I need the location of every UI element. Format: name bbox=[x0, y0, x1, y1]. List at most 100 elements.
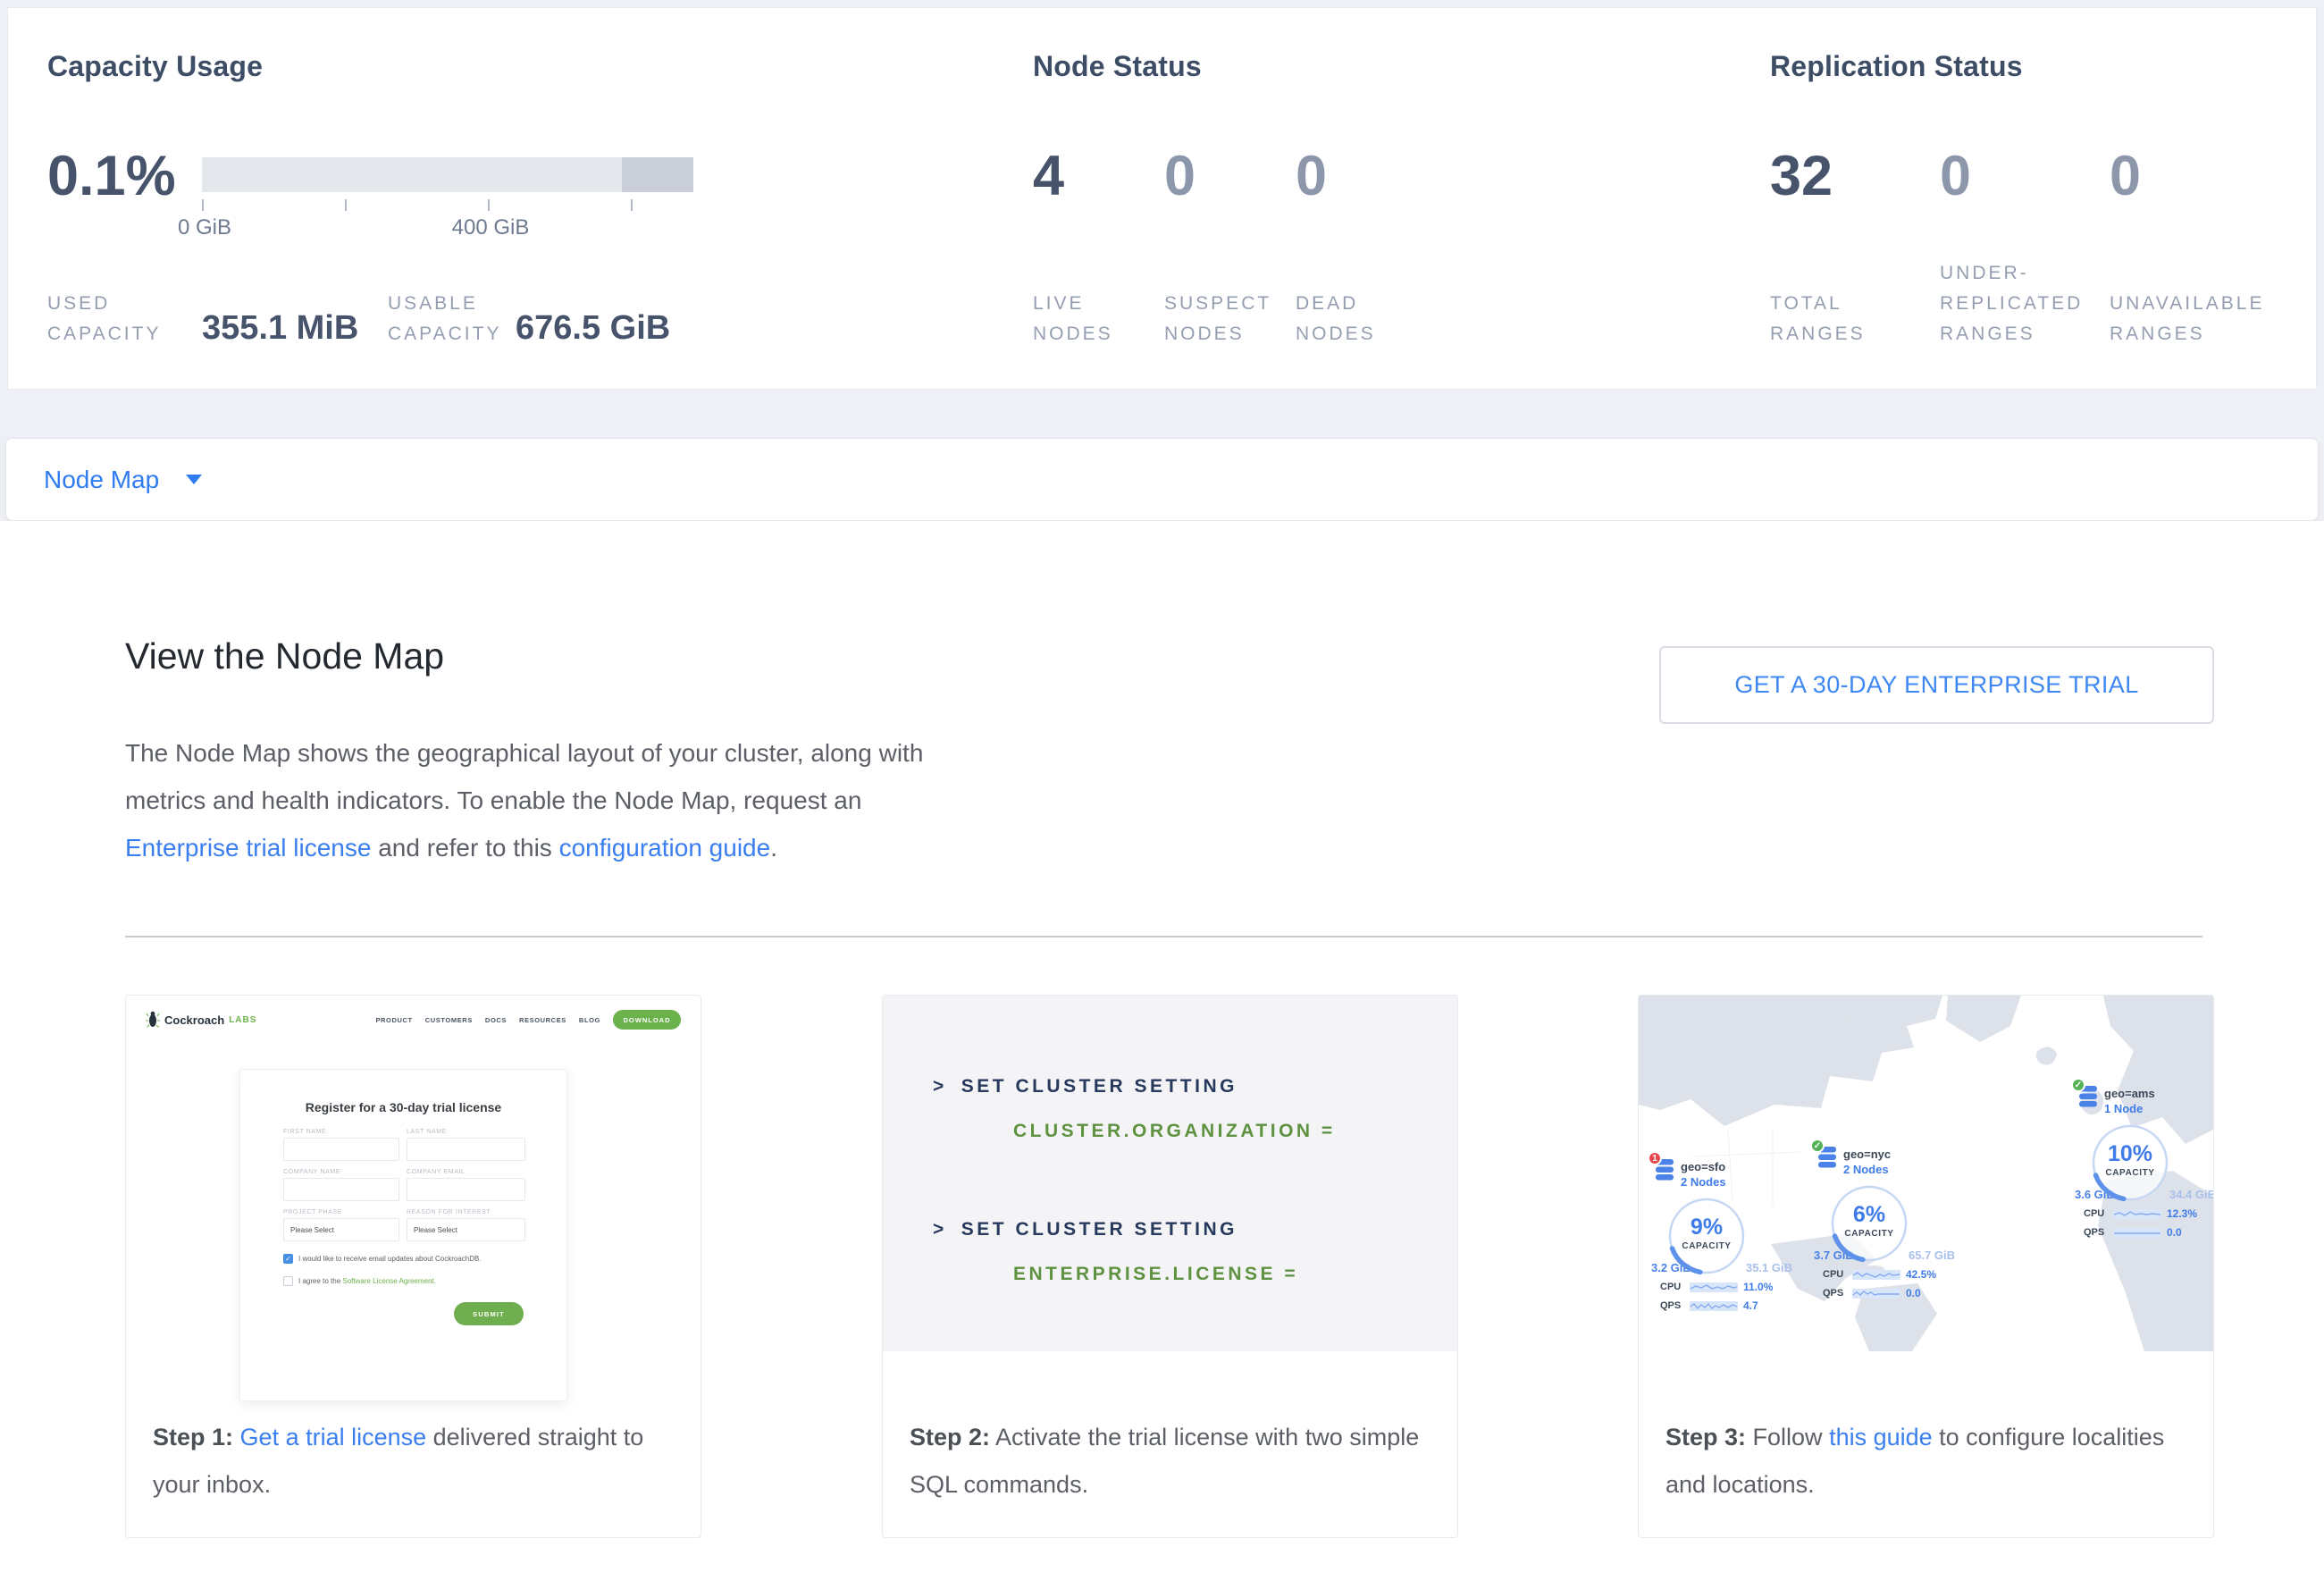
suspect-nodes-count: 0 bbox=[1164, 148, 1196, 205]
company-name-field-depiction bbox=[283, 1178, 399, 1201]
node-status-title: Node Status bbox=[1033, 50, 1202, 83]
locality-nyc[interactable]: ✓ geo=nyc 2 Nodes bbox=[1814, 1146, 1971, 1299]
reason-select-depiction: Please Select bbox=[407, 1218, 525, 1241]
download-button-depiction: DOWNLOAD bbox=[613, 1010, 681, 1030]
capacity-percent: 10% bbox=[2091, 1141, 2169, 1167]
capacity-label: CAPACITY bbox=[1830, 1229, 1909, 1239]
under-replicated-ranges-count: 0 bbox=[1940, 148, 1971, 205]
nav-blog: BLOG bbox=[579, 1016, 600, 1024]
this-guide-link[interactable]: this guide bbox=[1829, 1424, 1933, 1450]
node-map-preview-image: 1 geo=sfo 2 Nodes bbox=[1639, 996, 2213, 1351]
capacity-usage-title: Capacity Usage bbox=[47, 50, 263, 83]
axis-tick bbox=[202, 199, 204, 211]
nav-product: PRODUCT bbox=[375, 1016, 412, 1024]
dead-nodes-label: DEADNODES bbox=[1296, 289, 1376, 349]
cpu-value: 42.5% bbox=[1906, 1268, 1936, 1281]
cpu-sparkline bbox=[2113, 1209, 2161, 1219]
locality-name: geo=ams bbox=[2104, 1086, 2155, 1101]
step2-caption: Step 2: Activate the trial license with … bbox=[883, 1351, 1457, 1509]
sql-commands-image: >SET CLUSTER SETTING CLUSTER.ORGANIZATIO… bbox=[883, 996, 1457, 1351]
replication-status-title: Replication Status bbox=[1770, 50, 2023, 83]
get-enterprise-trial-button[interactable]: GET A 30-DAY ENTERPRISE TRIAL bbox=[1659, 646, 2214, 724]
axis-tick bbox=[631, 199, 633, 211]
capacity-bar-other-segment bbox=[622, 157, 693, 192]
total-ranges-count: 32 bbox=[1770, 148, 1833, 205]
last-name-field-depiction bbox=[407, 1138, 525, 1161]
cockroach-site-header: Cockroach LABS PRODUCT CUSTOMERS DOCS RE… bbox=[146, 1006, 681, 1033]
unavailable-ranges-count: 0 bbox=[2110, 148, 2141, 205]
nav-docs: DOCS bbox=[485, 1016, 507, 1024]
view-selector-value[interactable]: Node Map bbox=[44, 466, 159, 494]
node-map-description: The Node Map shows the geographical layo… bbox=[125, 729, 974, 871]
section-divider bbox=[125, 936, 2202, 937]
axis-tick-label-400: 400 GiB bbox=[452, 215, 530, 240]
node-map-enterprise-section: View the Node Map GET A 30-DAY ENTERPRIS… bbox=[0, 521, 2324, 1589]
capacity-used-percent: 0.1% bbox=[47, 148, 176, 205]
capacity-usage-bar bbox=[202, 157, 693, 192]
capacity-ring: 10% CAPACITY bbox=[2091, 1123, 2169, 1202]
live-nodes-label: LIVENODES bbox=[1033, 289, 1113, 349]
project-phase-select-depiction: Please Select bbox=[283, 1218, 399, 1241]
suspect-nodes-label: SUSPECTNODES bbox=[1164, 289, 1271, 349]
company-email-field-depiction bbox=[407, 1178, 525, 1201]
configuration-guide-link[interactable]: configuration guide bbox=[559, 834, 771, 862]
qps-value: 0.0 bbox=[1906, 1287, 1921, 1299]
first-name-field-depiction bbox=[283, 1138, 399, 1161]
get-trial-license-link[interactable]: Get a trial license bbox=[240, 1424, 427, 1450]
view-selector-dropdown[interactable]: Node Map bbox=[5, 438, 2319, 521]
locality-ams[interactable]: ✓ geo=ams 1 Node bbox=[2075, 1085, 2213, 1239]
capacity-total: 65.7 GiB bbox=[1909, 1248, 1955, 1262]
enterprise-trial-license-link[interactable]: Enterprise trial license bbox=[125, 834, 371, 862]
license-agreement-checkbox-depiction bbox=[283, 1276, 293, 1286]
healthy-badge: ✓ bbox=[1810, 1139, 1825, 1153]
dead-nodes-count: 0 bbox=[1296, 148, 1327, 205]
capacity-percent: 6% bbox=[1830, 1202, 1909, 1228]
used-capacity-label: USEDCAPACITY bbox=[47, 289, 161, 349]
enterprise-license-setting: ENTERPRISE.LICENSE = bbox=[1013, 1264, 1298, 1285]
locality-name: geo=nyc bbox=[1843, 1147, 1891, 1162]
capacity-total: 34.4 GiB bbox=[2169, 1188, 2213, 1201]
live-nodes-count: 4 bbox=[1033, 148, 1064, 205]
cluster-summary-panel: Capacity Usage 0.1% 0 GiB 400 GiB USEDCA… bbox=[7, 7, 2317, 390]
step1-caption: Step 1: Get a trial license delivered st… bbox=[126, 1351, 701, 1509]
sql-prompt: > bbox=[933, 1076, 947, 1097]
error-badge: 1 bbox=[1648, 1151, 1662, 1165]
under-replicated-ranges-label: UNDER-REPLICATEDRANGES bbox=[1940, 258, 2083, 349]
step2-card: >SET CLUSTER SETTING CLUSTER.ORGANIZATIO… bbox=[882, 995, 1458, 1538]
chevron-down-icon bbox=[186, 475, 202, 484]
axis-tick-label-0: 0 GiB bbox=[178, 215, 231, 240]
axis-tick bbox=[345, 199, 347, 211]
nav-resources: RESOURCES bbox=[519, 1016, 566, 1024]
locality-node-count: 1 Node bbox=[2104, 1101, 2155, 1116]
usable-capacity-label: USABLECAPACITY bbox=[388, 289, 501, 349]
qps-sparkline bbox=[1852, 1289, 1900, 1299]
cockroach-bug-icon bbox=[146, 1011, 160, 1029]
cluster-organization-setting: CLUSTER.ORGANIZATION = bbox=[1013, 1121, 1336, 1142]
unavailable-ranges-label: UNAVAILABLERANGES bbox=[2110, 289, 2264, 349]
locality-name: geo=sfo bbox=[1681, 1159, 1726, 1174]
cpu-sparkline bbox=[1852, 1270, 1900, 1280]
submit-button-depiction: SUBMIT bbox=[454, 1302, 524, 1325]
capacity-label: CAPACITY bbox=[2091, 1168, 2169, 1178]
step1-card: Cockroach LABS PRODUCT CUSTOMERS DOCS RE… bbox=[125, 995, 701, 1538]
locality-node-count: 2 Nodes bbox=[1843, 1162, 1891, 1177]
capacity-percent: 9% bbox=[1667, 1215, 1746, 1240]
cockroach-labs-logo: Cockroach LABS bbox=[146, 1011, 256, 1029]
capacity-label: CAPACITY bbox=[1667, 1241, 1746, 1251]
step3-caption: Step 3: Follow this guide to configure l… bbox=[1639, 1351, 2213, 1509]
sql-prompt: > bbox=[933, 1219, 947, 1240]
qps-sparkline bbox=[1690, 1301, 1738, 1311]
locality-sfo[interactable]: 1 geo=sfo 2 Nodes bbox=[1651, 1158, 1808, 1312]
qps-value: 4.7 bbox=[1743, 1299, 1758, 1312]
capacity-total: 35.1 GiB bbox=[1746, 1261, 1792, 1274]
email-updates-checkbox-depiction: ✓ bbox=[283, 1254, 293, 1264]
used-capacity-value: 355.1 MiB bbox=[202, 309, 358, 348]
cpu-value: 11.0% bbox=[1743, 1281, 1773, 1293]
cpu-value: 12.3% bbox=[2167, 1207, 2197, 1220]
qps-value: 0.0 bbox=[2167, 1226, 2182, 1239]
qps-sparkline bbox=[2113, 1228, 2161, 1238]
healthy-badge: ✓ bbox=[2071, 1078, 2085, 1092]
cpu-sparkline bbox=[1690, 1282, 1738, 1292]
total-ranges-label: TOTALRANGES bbox=[1770, 289, 1866, 349]
site-nav: PRODUCT CUSTOMERS DOCS RESOURCES BLOG bbox=[375, 1016, 600, 1024]
